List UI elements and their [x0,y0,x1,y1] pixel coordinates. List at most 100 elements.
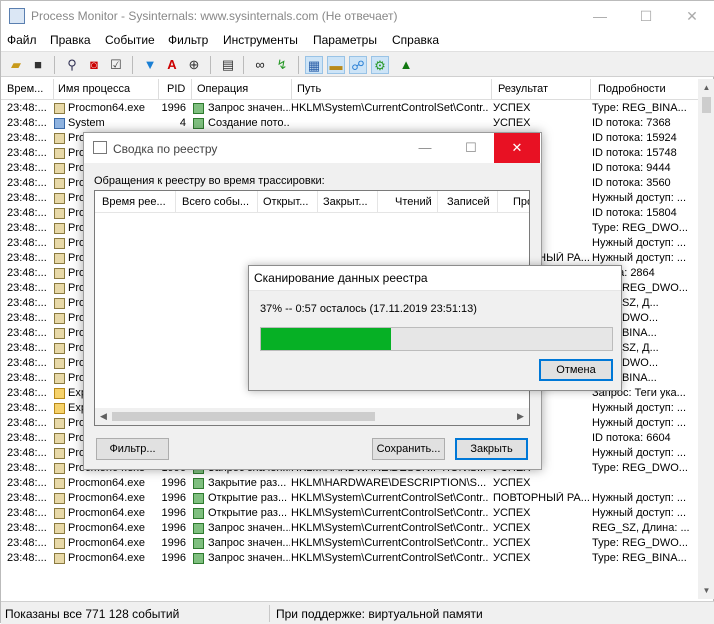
autoscroll-icon[interactable]: ☑ [107,56,125,74]
col-pid[interactable]: PID [167,83,191,95]
cell-detail: Type: REG_DWO... [592,222,688,234]
process-icon [54,403,65,414]
scroll-right-icon[interactable]: ▶ [512,408,529,425]
minimize-button[interactable]: — [577,1,623,31]
magnify-icon[interactable]: ⚲ [63,56,81,74]
capture-icon[interactable]: ◙ [85,56,103,74]
col-result[interactable]: Результат [498,83,588,95]
procmon-app-icon [9,8,25,24]
maximize-button[interactable]: ☐ [623,1,669,31]
window-title: Process Monitor - Sysinternals: www.sysi… [31,9,398,23]
process-icon [54,478,65,489]
highlight-icon[interactable]: A [163,56,181,74]
filter-button[interactable]: Фильтр... [96,438,169,460]
summary-scroll-thumb[interactable] [112,412,375,421]
dialog-maximize-button[interactable]: ☐ [448,133,494,163]
scroll-left-icon[interactable]: ◀ [95,408,112,425]
cell-detail: ID потока: 7368 [592,117,671,129]
cell-time: 23:48:... [7,417,47,429]
process-activity-icon[interactable]: ⚙ [371,56,389,74]
cell-result: УСПЕХ [493,522,531,534]
table-row[interactable]: 23:48:... Procmon64.exe 1996 Открытие раз..… [1,491,698,506]
save-icon[interactable]: ■ [29,56,47,74]
cell-time: 23:48:... [7,312,47,324]
scroll-thumb[interactable] [702,97,711,113]
menu-help[interactable]: Справка [392,33,439,47]
cell-process: System [68,117,105,129]
table-row[interactable]: 23:48:... Procmon64.exe 1996 Запрос значен.… [1,536,698,551]
table-row[interactable]: 23:48:... Procmon64.exe 1996 Открытие раз..… [1,506,698,521]
menu-file[interactable]: Файл [7,33,37,47]
menu-filter[interactable]: Фильтр [168,33,208,47]
operation-icon [193,118,204,129]
close-button[interactable]: ✕ [669,1,714,31]
open-icon[interactable]: ▰ [7,56,25,74]
dialog-label: Обращения к реестру во время трассировки… [94,175,325,187]
col-path[interactable]: Путь [297,83,487,95]
process-icon [54,433,65,444]
cell-time: 23:48:... [7,267,47,279]
table-row[interactable]: 23:48:... Procmon64.exe 1996 Запрос значен.… [1,551,698,566]
cell-time: 23:48:... [7,447,47,459]
cell-time: 23:48:... [7,192,47,204]
operation-icon [193,538,204,549]
process-icon [54,373,65,384]
operation-icon [193,478,204,489]
col-total-events[interactable]: Всего собы... [182,196,257,208]
cell-process: Procmon64.exe [68,477,146,489]
close-dialog-button[interactable]: Закрыть [455,438,528,460]
col-time[interactable]: Врем... [7,83,51,95]
cell-detail: Нужный доступ: ... [592,402,687,414]
find-icon[interactable]: ∞ [251,56,269,74]
col-other[interactable]: Про [513,196,529,208]
col-detail[interactable]: Подробности [598,83,694,95]
save-button[interactable]: Сохранить... [372,438,445,460]
col-registry-time[interactable]: Время рее... [102,196,172,208]
scroll-up-icon[interactable]: ▲ [698,79,714,96]
event-count-status: Показаны все 771 128 событий [5,607,180,621]
table-row[interactable]: 23:48:... Procmon64.exe 1996 Запрос значен.… [1,521,698,536]
table-row[interactable]: 23:48:... Procmon64.exe 1996 Закрытие раз..… [1,476,698,491]
target-icon[interactable]: ⊕ [185,56,203,74]
process-icon [54,343,65,354]
process-icon [54,463,65,474]
menu-tools[interactable]: Инструменты [223,33,298,47]
tree-icon[interactable]: ▤ [219,56,237,74]
process-icon [54,148,65,159]
cell-process: Procmon64.exe [68,507,146,519]
table-row[interactable]: 23:48:... Procmon64.exe 1996 Запрос значен.… [1,101,698,116]
process-icon [54,268,65,279]
cell-path: HKLM\System\CurrentControlSet\Contr... [291,522,489,534]
filter-icon[interactable]: ▼ [141,56,159,74]
dialog-title-bar: Сводка по реестру — ☐ ✕ [84,133,541,163]
vertical-scrollbar[interactable]: ▲ ▼ [698,79,714,599]
menu-options[interactable]: Параметры [313,33,377,47]
cell-detail: ID потока: 15924 [592,132,677,144]
col-closes[interactable]: Закрыт... [323,196,378,208]
registry-activity-icon[interactable]: ▦ [305,56,323,74]
cancel-button[interactable]: Отмена [539,359,613,381]
operation-icon [193,493,204,504]
process-icon [54,103,65,114]
col-reads[interactable]: Чтений [395,196,435,208]
profiling-icon[interactable]: ▲ [397,56,415,74]
summary-horizontal-scrollbar[interactable]: ◀ ▶ [95,408,529,425]
col-opens[interactable]: Открыт... [263,196,318,208]
progress-bar [260,327,613,351]
col-process[interactable]: Имя процесса [58,83,158,95]
jump-icon[interactable]: ↯ [273,56,291,74]
cell-pid: 4 [179,117,186,129]
table-row[interactable]: 23:48:... System 4 Создание пото... УСПЕХ ID … [1,116,698,131]
cell-process: Procmon64.exe [68,552,146,564]
process-icon [54,358,65,369]
dialog-close-button[interactable]: ✕ [494,133,540,163]
dialog-minimize-button[interactable]: — [402,133,448,163]
col-writes[interactable]: Записей [447,196,492,208]
summary-list-header: Время рее... Всего собы... Открыт... Зак… [95,191,529,213]
file-activity-icon[interactable]: ▬ [327,56,345,74]
menu-edit[interactable]: Правка [50,33,91,47]
menu-event[interactable]: Событие [105,33,155,47]
scroll-down-icon[interactable]: ▼ [698,582,714,599]
col-operation[interactable]: Операция [197,83,287,95]
network-activity-icon[interactable]: ☍ [349,56,367,74]
